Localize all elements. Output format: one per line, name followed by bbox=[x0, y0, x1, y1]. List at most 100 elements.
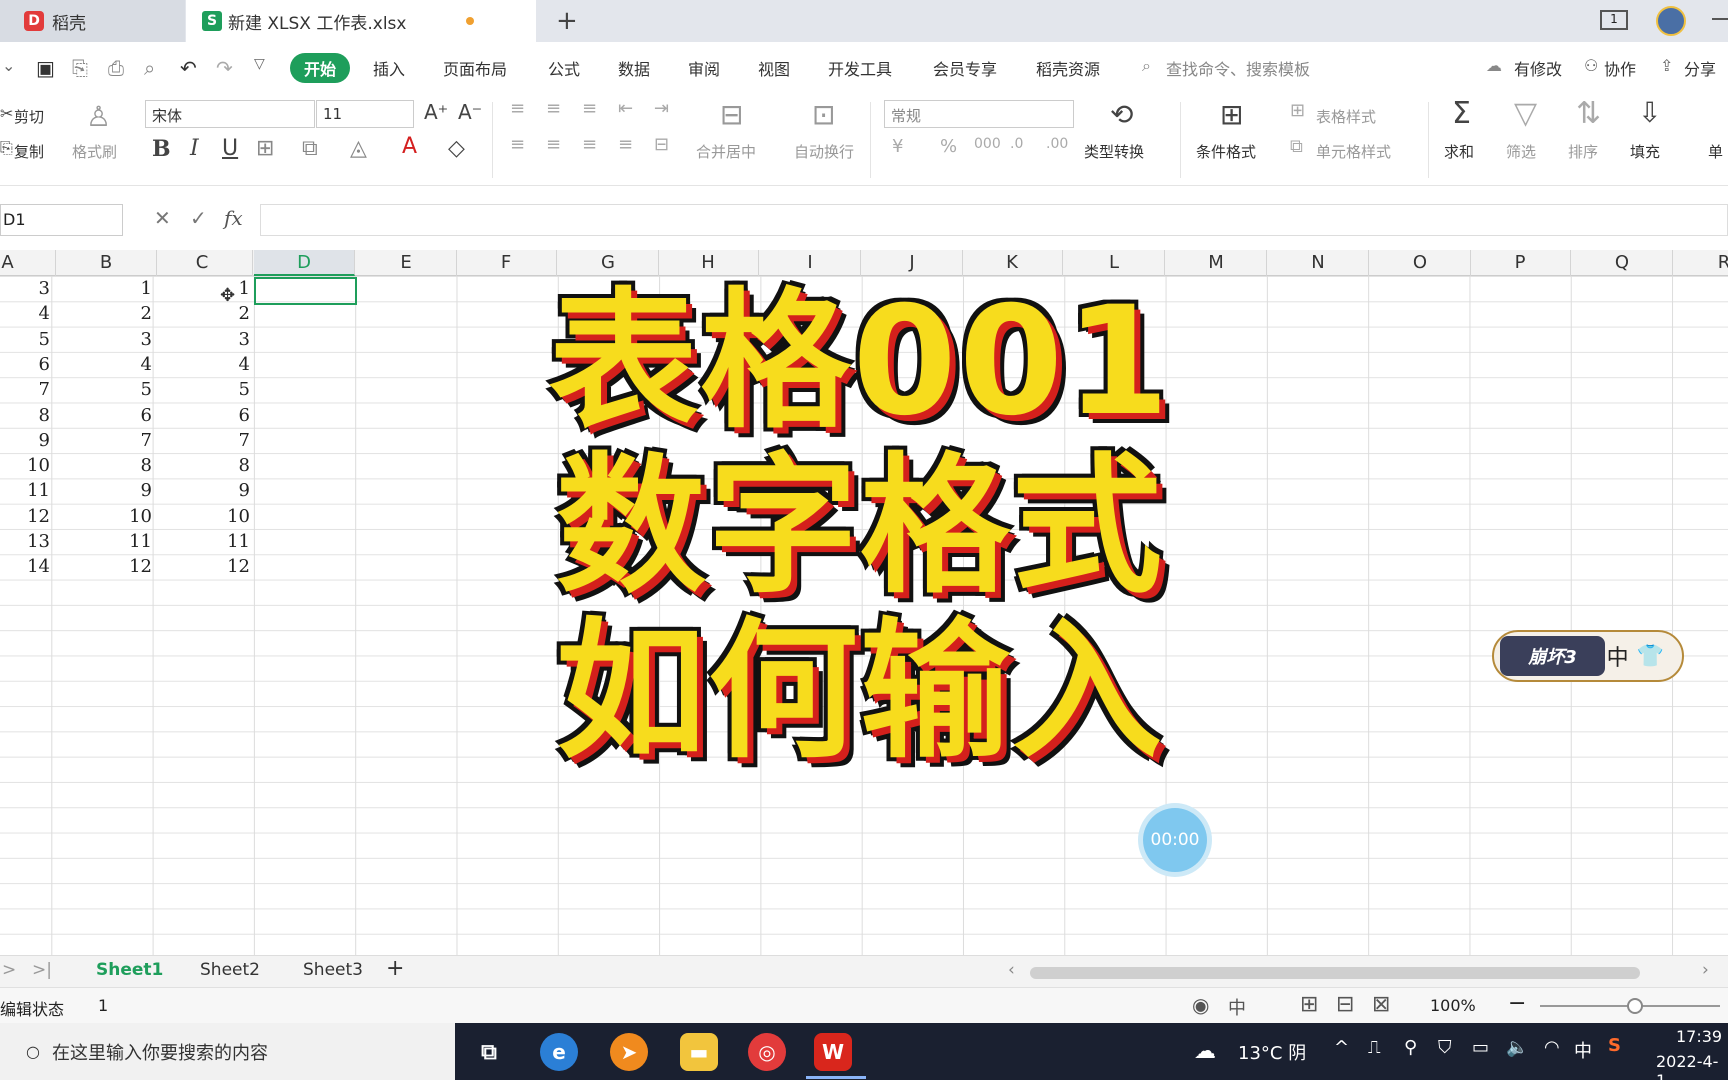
export-icon[interactable]: ⎘ bbox=[72, 56, 88, 80]
page-break-view-icon[interactable]: ⊠ bbox=[1372, 992, 1390, 1017]
eraser-icon[interactable]: ◇ bbox=[448, 136, 465, 161]
filter-button[interactable]: 筛选 bbox=[1506, 141, 1536, 162]
cell-a[interactable]: 8 bbox=[2, 405, 50, 426]
zoom-slider-thumb[interactable] bbox=[1627, 998, 1643, 1014]
cell-b[interactable]: 12 bbox=[56, 556, 152, 577]
border-icon[interactable]: ⊞ bbox=[256, 136, 274, 161]
redo-icon[interactable]: ↷ bbox=[216, 56, 233, 80]
cell-a[interactable]: 5 bbox=[2, 329, 50, 350]
window-count-icon[interactable]: 1 bbox=[1600, 10, 1628, 30]
copy-button[interactable]: 复制 bbox=[14, 141, 44, 162]
menu-review[interactable]: 审阅 bbox=[688, 56, 720, 80]
align-bottom-icon[interactable]: ≡ bbox=[582, 98, 597, 119]
name-box[interactable]: D1 bbox=[0, 204, 123, 236]
cell-b[interactable]: 4 bbox=[56, 354, 152, 375]
column-header[interactable]: H bbox=[658, 250, 759, 276]
italic-icon[interactable]: I bbox=[190, 136, 199, 161]
clock-date[interactable]: 2022-4-1 bbox=[1656, 1052, 1728, 1090]
bold-icon[interactable]: B bbox=[152, 136, 171, 162]
menu-developer[interactable]: 开发工具 bbox=[828, 56, 892, 80]
usb-icon[interactable]: ⎍ bbox=[1368, 1037, 1381, 1058]
font-name-select[interactable]: 宋体 bbox=[145, 100, 315, 128]
indent-decrease-icon[interactable]: ⇤ bbox=[618, 98, 633, 119]
save-icon[interactable]: ▣ bbox=[36, 56, 55, 80]
print-icon[interactable]: ⎙ bbox=[108, 56, 124, 80]
percent-icon[interactable]: % bbox=[940, 136, 957, 157]
menu-collapse-icon[interactable]: ⌄ bbox=[2, 56, 15, 75]
recording-timer[interactable]: 00:00 bbox=[1143, 808, 1207, 872]
column-header[interactable]: F bbox=[456, 250, 557, 276]
sheet-tab-2[interactable]: Sheet2 bbox=[200, 960, 260, 980]
scroll-right-icon[interactable]: › bbox=[1702, 960, 1709, 980]
column-header[interactable]: I bbox=[760, 250, 861, 276]
distribute-icon[interactable]: ⊟ bbox=[654, 134, 669, 155]
decrease-decimal-icon[interactable]: .00 bbox=[1046, 136, 1068, 152]
cell-b[interactable]: 7 bbox=[56, 430, 152, 451]
cell-c[interactable]: 7 bbox=[152, 430, 250, 451]
network-icon[interactable]: ◠ bbox=[1544, 1037, 1560, 1058]
preview-icon[interactable]: ⌕ bbox=[144, 56, 155, 80]
auto-wrap-button[interactable]: 自动换行 bbox=[794, 141, 854, 162]
netease-music-icon[interactable]: ◎ bbox=[748, 1033, 786, 1071]
justify-icon[interactable]: ≡ bbox=[618, 134, 633, 155]
ime-center-icon[interactable]: 中 bbox=[1228, 994, 1246, 1020]
taskbar-search-input[interactable]: 在这里输入你要搜索的内容 bbox=[52, 1039, 268, 1065]
cell-c[interactable]: 10 bbox=[152, 506, 250, 527]
align-right-icon[interactable]: ≡ bbox=[582, 134, 597, 155]
collaborate-button[interactable]: 协作 bbox=[1604, 56, 1636, 80]
column-header[interactable]: E bbox=[356, 250, 457, 276]
cell-b[interactable]: 8 bbox=[56, 455, 152, 476]
minimize-icon[interactable] bbox=[1712, 18, 1728, 20]
align-center-icon[interactable]: ≡ bbox=[546, 134, 561, 155]
currency-icon[interactable]: ¥ bbox=[892, 136, 903, 157]
cell-b[interactable]: 5 bbox=[56, 379, 152, 400]
formula-input[interactable] bbox=[260, 204, 1728, 236]
cut-button[interactable]: 剪切 bbox=[14, 106, 44, 127]
weather-text[interactable]: 13°C 阴 bbox=[1238, 1039, 1306, 1065]
column-header[interactable]: N bbox=[1268, 250, 1369, 276]
game-widget[interactable]: 崩坏3 中 👕 bbox=[1492, 630, 1684, 682]
tab-file[interactable]: S 新建 XLSX 工作表.xlsx bbox=[186, 0, 536, 42]
align-left-icon[interactable]: ≡ bbox=[510, 134, 525, 155]
wps-office-icon[interactable]: W bbox=[814, 1033, 852, 1071]
cell-c[interactable]: 4 bbox=[152, 354, 250, 375]
menu-formula[interactable]: 公式 bbox=[548, 56, 580, 80]
menu-page-layout[interactable]: 页面布局 bbox=[443, 56, 507, 80]
align-middle-icon[interactable]: ≡ bbox=[546, 98, 561, 119]
cell-style-button[interactable]: 单元格样式 bbox=[1316, 141, 1391, 162]
conditional-format-button[interactable]: 条件格式 bbox=[1196, 141, 1256, 162]
cell-c[interactable]: 6 bbox=[152, 405, 250, 426]
eye-protection-icon[interactable]: ◉ bbox=[1192, 993, 1209, 1017]
active-cell-d1[interactable] bbox=[254, 277, 357, 305]
column-header[interactable]: B bbox=[56, 250, 157, 276]
security-shield-icon[interactable]: ⛉ bbox=[1438, 1037, 1452, 1058]
cancel-icon[interactable]: ✕ bbox=[154, 206, 171, 230]
cell-a[interactable]: 7 bbox=[2, 379, 50, 400]
decrease-font-icon[interactable]: A⁻ bbox=[458, 100, 482, 124]
table-style-button[interactable]: 表格样式 bbox=[1316, 106, 1376, 127]
task-view-icon[interactable]: ⧉ bbox=[470, 1033, 508, 1071]
tab-daoke[interactable]: D 稻壳 bbox=[0, 0, 185, 42]
column-header[interactable]: C bbox=[152, 250, 253, 276]
menu-insert[interactable]: 插入 bbox=[373, 56, 405, 80]
cell-a[interactable]: 13 bbox=[2, 531, 50, 552]
font-size-select[interactable]: 11 bbox=[316, 100, 414, 128]
sum-button[interactable]: 求和 bbox=[1444, 141, 1474, 162]
cell-c[interactable]: 9 bbox=[152, 480, 250, 501]
align-top-icon[interactable]: ≡ bbox=[510, 98, 525, 119]
search-icon[interactable]: ⌕ bbox=[1142, 56, 1151, 76]
style-icon[interactable]: ⧉ bbox=[302, 136, 318, 161]
menu-data[interactable]: 数据 bbox=[618, 56, 650, 80]
column-header[interactable]: K bbox=[962, 250, 1063, 276]
edge-browser-icon[interactable]: e bbox=[540, 1033, 578, 1071]
sort-button[interactable]: 排序 bbox=[1568, 141, 1598, 162]
cell-c[interactable]: 11 bbox=[152, 531, 250, 552]
indent-increase-icon[interactable]: ⇥ bbox=[654, 98, 669, 119]
cell-b[interactable]: 6 bbox=[56, 405, 152, 426]
quick-access-dropdown-icon[interactable]: ▽ bbox=[254, 56, 265, 72]
column-header[interactable]: M bbox=[1166, 250, 1267, 276]
sheet-tab-1[interactable]: Sheet1 bbox=[96, 960, 163, 980]
zoom-out-icon[interactable]: − bbox=[1508, 991, 1526, 1016]
sheet-tab-3[interactable]: Sheet3 bbox=[303, 960, 363, 980]
cell-b[interactable]: 1 bbox=[56, 278, 152, 299]
